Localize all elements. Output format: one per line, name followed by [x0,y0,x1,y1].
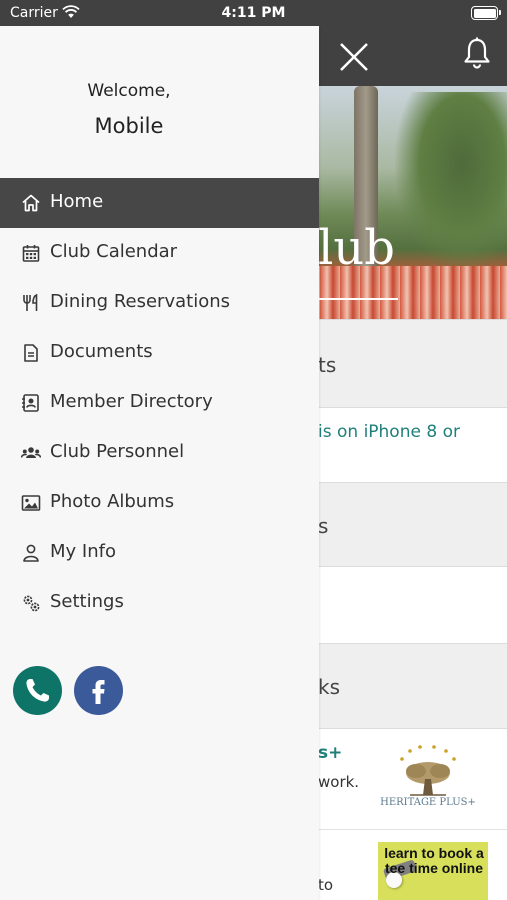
menu-label: My Info [50,541,116,562]
home-icon [22,194,40,212]
drawer-menu: Home Club Calendar Dining Reservations D… [0,178,319,628]
heritage-caption: HERITAGE PLUS+ [380,797,476,808]
bell-icon[interactable] [462,36,492,70]
menu-label: Settings [50,591,124,612]
promo-text: learn to book a tee time online [384,845,484,876]
banner-logo-text: lub [318,220,395,276]
status-bar: Carrier 4:11 PM [0,0,507,26]
menu-label: Club Personnel [50,441,185,462]
document-icon [24,344,38,362]
menu-item-club-calendar[interactable]: Club Calendar [0,228,319,278]
gears-icon [23,595,40,612]
menu-item-home[interactable]: Home [0,178,319,228]
menu-label: Home [50,191,104,212]
banner-logo-subtext: reserve [316,312,415,319]
menu-label: Member Directory [50,391,213,412]
calendar-icon [22,245,40,262]
photo-icon [21,495,41,511]
menu-item-member-directory[interactable]: Member Directory [0,378,319,428]
menu-label: Photo Albums [50,491,175,512]
menu-label: Documents [50,341,153,362]
phone-icon [26,679,49,702]
announcement-link[interactable]: is on iPhone 8 or [318,422,460,442]
side-drawer: Welcome, Mobile Home Club Calendar Dinin… [0,26,319,900]
tee-time-promo-image[interactable]: learn to book a tee time online [378,842,488,900]
menu-item-settings[interactable]: Settings [0,578,319,628]
people-icon [21,447,41,458]
menu-item-documents[interactable]: Documents [0,328,319,378]
phone-button[interactable] [13,666,62,715]
contact-book-icon [22,394,39,412]
menu-item-my-info[interactable]: My Info [0,528,319,578]
menu-label: Club Calendar [50,241,178,262]
facebook-icon [92,680,105,704]
menu-item-photo-albums[interactable]: Photo Albums [0,478,319,528]
menu-item-club-personnel[interactable]: Club Personnel [0,428,319,478]
menu-item-dining-reservations[interactable]: Dining Reservations [0,278,319,328]
person-icon [23,544,39,562]
clock: 4:11 PM [221,5,286,21]
menu-label: Dining Reservations [50,291,230,312]
close-icon[interactable] [337,40,371,74]
fork-knife-icon [23,293,38,311]
facebook-button[interactable] [74,666,123,715]
battery-icon [471,6,501,20]
item-description: to [318,876,334,894]
item-description: work. [318,773,360,791]
user-name: Mobile [94,114,164,138]
item-title: s+ [318,743,343,763]
welcome-label: Welcome, [87,81,171,101]
